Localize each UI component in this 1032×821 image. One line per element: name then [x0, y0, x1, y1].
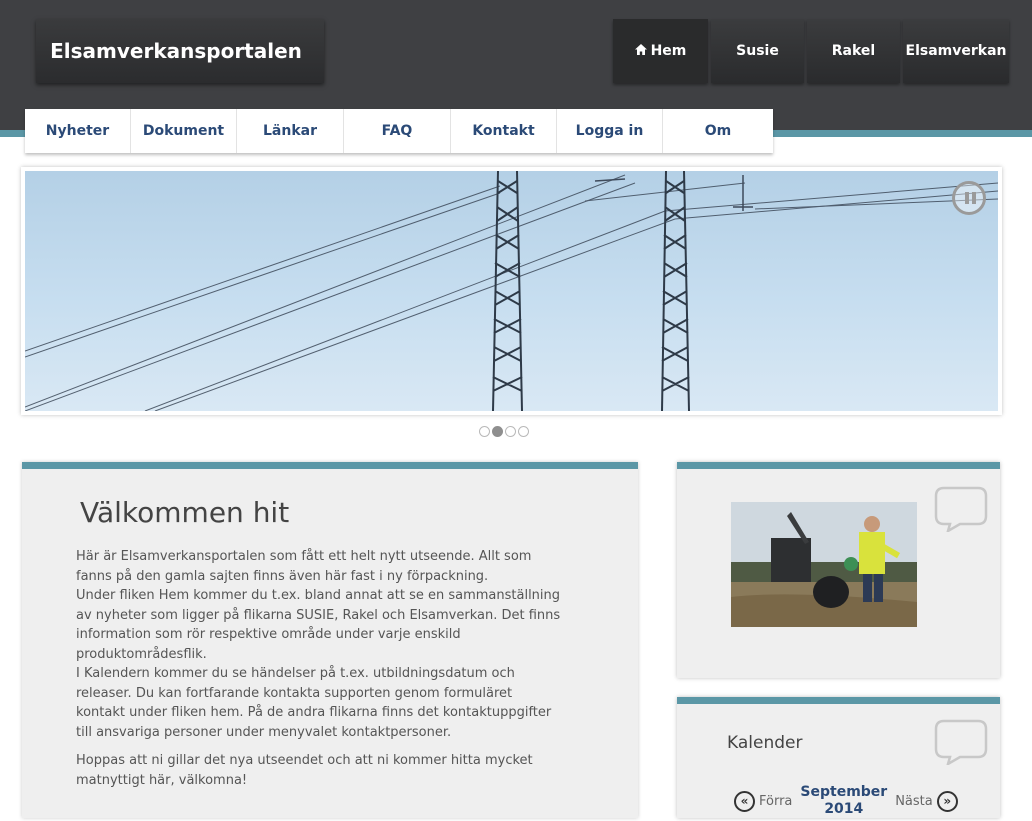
sub-navigation: Nyheter Dokument Länkar FAQ Kontakt Logg… — [25, 109, 773, 153]
slider-pause-button[interactable] — [952, 181, 986, 215]
subnav-item-faq[interactable]: FAQ — [344, 109, 451, 153]
banner-slider — [21, 167, 1002, 415]
slider-dot[interactable] — [479, 426, 490, 437]
photo-panel — [677, 462, 1000, 678]
tab-label: Elsamverkan — [905, 43, 1007, 59]
home-icon — [634, 43, 647, 59]
subnav-item-lankar[interactable]: Länkar — [237, 109, 344, 153]
calendar-panel: Kalender « Förra September 2014 Nästa » — [677, 697, 1000, 818]
subnav-item-kontakt[interactable]: Kontakt — [451, 109, 557, 153]
welcome-paragraph: Här är Elsamverkansportalen som fått ett… — [76, 549, 561, 740]
banner-image — [25, 171, 998, 411]
worker-photo — [731, 502, 917, 627]
next-month-link[interactable]: Nästa — [895, 794, 933, 809]
welcome-paragraph: Hoppas att ni gillar det nya utseendet o… — [76, 753, 533, 788]
slider-dot[interactable] — [518, 426, 529, 437]
site-title[interactable]: Elsamverkansportalen — [36, 19, 324, 83]
tab-hem[interactable]: Hem — [613, 19, 708, 83]
calendar-month-year: September 2014 — [800, 784, 887, 818]
tab-label: Susie — [736, 43, 779, 59]
tab-label: Hem — [650, 43, 687, 59]
welcome-title: Välkommen hit — [80, 496, 290, 529]
welcome-text: Här är Elsamverkansportalen som fått ett… — [76, 547, 596, 790]
calendar-year: 2014 — [824, 801, 864, 817]
calendar-month: September — [800, 784, 888, 800]
speech-bubble-icon — [934, 486, 988, 532]
slider-pagination — [479, 426, 529, 437]
slider-dot[interactable] — [505, 426, 516, 437]
subnav-item-om[interactable]: Om — [663, 109, 773, 153]
slider-dot-active[interactable] — [492, 426, 503, 437]
tab-susie[interactable]: Susie — [711, 19, 804, 83]
calendar-title: Kalender — [727, 733, 803, 753]
calendar-navigation: « Förra September 2014 Nästa » — [734, 781, 974, 821]
welcome-panel: Välkommen hit Här är Elsamverkansportale… — [22, 462, 638, 818]
tab-rakel[interactable]: Rakel — [807, 19, 900, 83]
prev-month-link[interactable]: Förra — [759, 794, 792, 809]
tab-elsamverkan[interactable]: Elsamverkan — [903, 19, 1009, 83]
subnav-item-logga-in[interactable]: Logga in — [557, 109, 663, 153]
subnav-item-nyheter[interactable]: Nyheter — [25, 109, 131, 153]
speech-bubble-icon — [934, 719, 988, 765]
top-tabs: Hem Susie Rakel Elsamverkan — [613, 19, 1009, 83]
subnav-item-dokument[interactable]: Dokument — [131, 109, 237, 153]
next-month-icon[interactable]: » — [936, 790, 958, 812]
prev-month-icon[interactable]: « — [734, 790, 755, 812]
power-lines-image — [25, 171, 998, 411]
tab-label: Rakel — [831, 43, 876, 59]
